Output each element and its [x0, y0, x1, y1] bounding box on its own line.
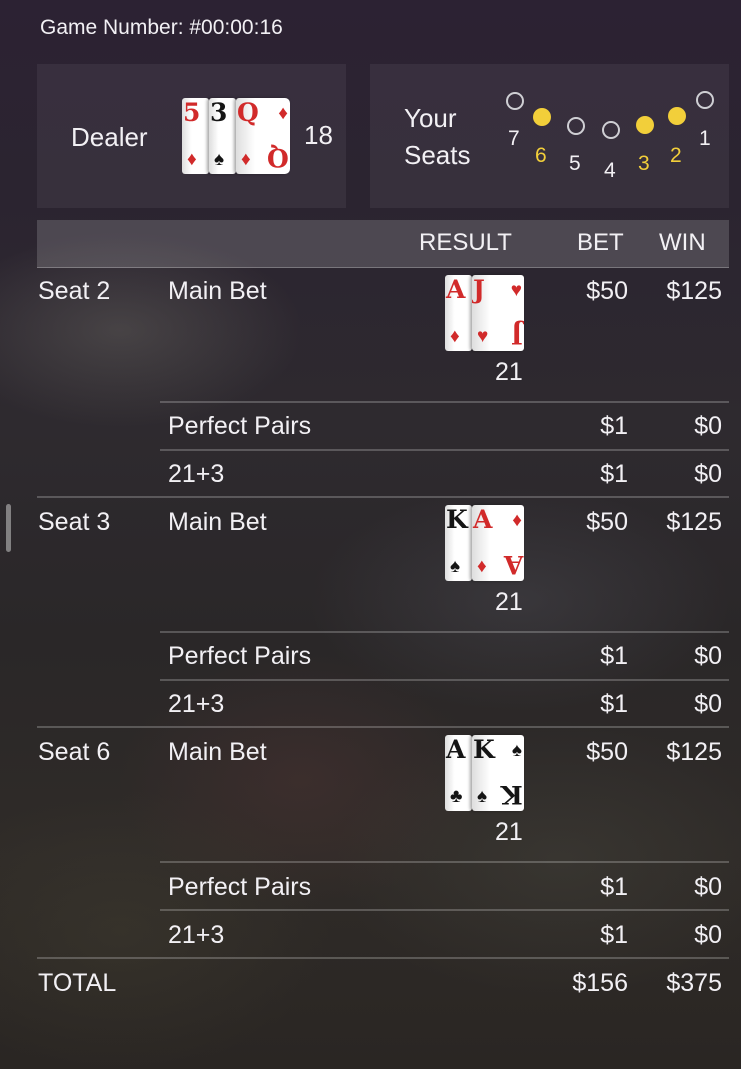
- row-divider: [160, 679, 729, 681]
- seat-1-number: 1: [699, 127, 711, 150]
- diamond-icon: ♦: [450, 326, 460, 347]
- dealer-total: 18: [304, 120, 333, 150]
- diamond-icon: ♦: [187, 149, 197, 170]
- seat-divider: [37, 496, 729, 498]
- perfect-pairs-label: Perfect Pairs: [168, 642, 312, 670]
- seat-2-indicator[interactable]: [668, 107, 686, 125]
- perfect-pairs-bet: $1: [600, 412, 628, 440]
- perfect-pairs-label: Perfect Pairs: [168, 873, 312, 901]
- win-header: WIN: [659, 229, 706, 256]
- bet-header: BET: [577, 229, 624, 256]
- diamond-icon: ♦: [278, 103, 288, 124]
- total-divider: [37, 957, 729, 959]
- spade-icon: ♠: [450, 556, 461, 577]
- perfect-pairs-bet: $1: [600, 873, 628, 901]
- player-card: A ♦: [445, 275, 472, 351]
- seat-label: Seat 3: [38, 508, 111, 536]
- dealer-card-3: Q ♦ ♦ Q: [236, 98, 290, 174]
- seat-divider: [37, 726, 729, 728]
- row-divider: [160, 401, 729, 403]
- dealer-card-1: 5 ♦: [182, 98, 209, 174]
- diamond-icon: ♦: [477, 556, 487, 577]
- main-bet-label: Main Bet: [168, 277, 267, 305]
- player-card: K ♠ ♠ K: [472, 735, 524, 811]
- perfect-pairs-bet: $1: [600, 642, 628, 670]
- main-bet-win: $125: [666, 738, 722, 766]
- player-card: J ♥ ♥ J: [472, 275, 524, 351]
- seat-label: Seat 6: [38, 738, 111, 766]
- total-label: TOTAL: [38, 969, 117, 997]
- hand-total: 21: [495, 358, 523, 386]
- seat-6-number: 6: [535, 144, 547, 167]
- side-bet-21-3-bet: $1: [600, 921, 628, 949]
- perfect-pairs-win: $0: [694, 873, 722, 901]
- seat-3-indicator[interactable]: [636, 116, 654, 134]
- side-bet-21-3-label: 21+3: [168, 690, 225, 718]
- player-card: K ♠: [445, 505, 472, 581]
- seat-3-number: 3: [638, 152, 650, 175]
- side-bet-21-3-win: $0: [694, 921, 722, 949]
- heart-icon: ♥: [477, 326, 489, 347]
- spade-icon: ♠: [511, 740, 522, 761]
- heart-icon: ♥: [510, 280, 522, 301]
- perfect-pairs-win: $0: [694, 642, 722, 670]
- seat-7-indicator[interactable]: [506, 92, 524, 110]
- hand-total: 21: [495, 588, 523, 616]
- scrollbar-thumb[interactable]: [6, 504, 11, 552]
- results-table-header: RESULT BET WIN: [37, 220, 729, 268]
- row-divider: [160, 449, 729, 451]
- seat-1-indicator[interactable]: [696, 91, 714, 109]
- hand-total: 21: [495, 818, 523, 846]
- seat-7-number: 7: [508, 127, 520, 150]
- seat-5-number: 5: [569, 152, 581, 175]
- main-bet-amount: $50: [586, 277, 628, 305]
- main-bet-amount: $50: [586, 508, 628, 536]
- dealer-label: Dealer: [71, 122, 148, 152]
- seat-2-number: 2: [670, 144, 682, 167]
- total-bet: $156: [572, 969, 628, 997]
- total-win: $375: [666, 969, 722, 997]
- seat-5-indicator[interactable]: [567, 117, 585, 135]
- dealer-panel: Dealer 5 ♦ 3 ♠ Q ♦ ♦ Q 18: [37, 64, 346, 208]
- result-header: RESULT: [419, 229, 512, 256]
- row-divider: [160, 861, 729, 863]
- main-bet-label: Main Bet: [168, 508, 267, 536]
- spade-icon: ♠: [214, 149, 225, 170]
- side-bet-21-3-win: $0: [694, 460, 722, 488]
- your-seats-panel: Your Seats 7 6 5 4 3 2 1: [370, 64, 729, 208]
- club-icon: ♣: [450, 786, 463, 807]
- player-card: A ♦ ♦ A: [472, 505, 524, 581]
- spade-icon: ♠: [477, 786, 488, 807]
- side-bet-21-3-bet: $1: [600, 690, 628, 718]
- diamond-icon: ♦: [241, 149, 251, 170]
- diamond-icon: ♦: [512, 510, 522, 531]
- side-bet-21-3-label: 21+3: [168, 921, 225, 949]
- side-bet-21-3-label: 21+3: [168, 460, 225, 488]
- seat-6-indicator[interactable]: [533, 108, 551, 126]
- perfect-pairs-label: Perfect Pairs: [168, 412, 312, 440]
- dealer-card-2: 3 ♠: [209, 98, 236, 174]
- row-divider: [160, 909, 729, 911]
- your-seats-label: Your Seats: [404, 103, 471, 170]
- side-bet-21-3-bet: $1: [600, 460, 628, 488]
- main-bet-win: $125: [666, 277, 722, 305]
- seat-label: Seat 2: [38, 277, 111, 305]
- side-bet-21-3-win: $0: [694, 690, 722, 718]
- player-card: A ♣: [445, 735, 472, 811]
- perfect-pairs-win: $0: [694, 412, 722, 440]
- main-bet-label: Main Bet: [168, 738, 267, 766]
- seat-4-number: 4: [604, 159, 616, 182]
- game-number: Game Number: #00:00:16: [40, 16, 283, 39]
- row-divider: [160, 631, 729, 633]
- seat-4-indicator[interactable]: [602, 121, 620, 139]
- main-bet-amount: $50: [586, 738, 628, 766]
- main-bet-win: $125: [666, 508, 722, 536]
